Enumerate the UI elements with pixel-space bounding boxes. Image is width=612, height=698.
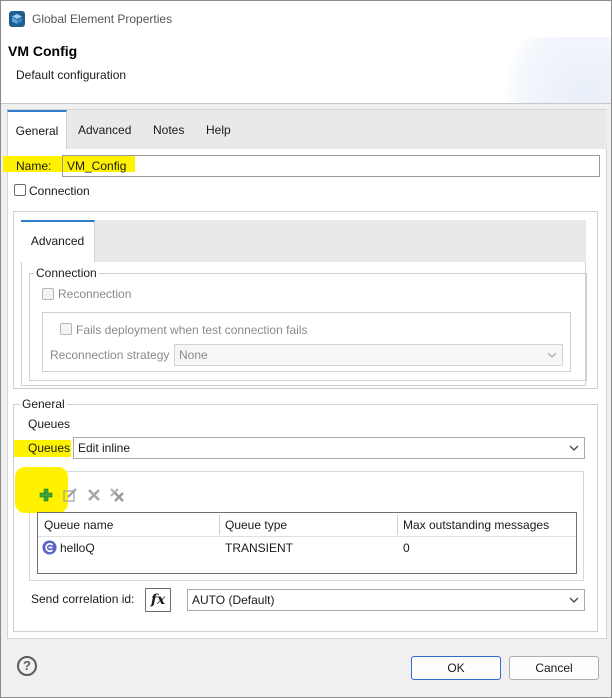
correlation-id-select[interactable]: AUTO (Default) bbox=[187, 589, 585, 611]
delete-icon[interactable] bbox=[86, 487, 102, 503]
reconnection-label: Reconnection bbox=[58, 287, 132, 301]
name-label: Name: bbox=[16, 159, 52, 173]
queues-mode-value: Edit inline bbox=[78, 441, 131, 455]
queues-heading: Queues bbox=[28, 417, 71, 431]
chevron-down-icon bbox=[569, 445, 579, 451]
column-header-max-outstanding-label: Max outstanding messages bbox=[403, 518, 550, 532]
window-title: Global Element Properties bbox=[32, 12, 173, 26]
cancel-button-label: Cancel bbox=[535, 661, 573, 675]
subtab-advanced[interactable]: Advanced bbox=[21, 220, 95, 262]
tab-notes[interactable]: Notes bbox=[144, 110, 193, 150]
title-bar: Global Element Properties bbox=[1, 1, 611, 37]
chevron-down-icon bbox=[547, 352, 557, 358]
chevron-down-icon bbox=[569, 597, 579, 603]
header-divider bbox=[1, 103, 611, 104]
delete-all-icon[interactable] bbox=[109, 487, 125, 503]
column-header-queue-type[interactable]: Queue type bbox=[219, 513, 397, 537]
dialog-header: VM Config Default configuration bbox=[1, 37, 611, 103]
column-header-queue-type-label: Queue type bbox=[225, 518, 288, 532]
queue-type-cell: TRANSIENT bbox=[225, 541, 294, 555]
connection-checkbox-label: Connection bbox=[29, 184, 90, 198]
edit-icon[interactable] bbox=[62, 487, 78, 503]
ok-button-label: OK bbox=[447, 661, 465, 675]
tab-notes-label: Notes bbox=[153, 123, 185, 137]
tab-help[interactable]: Help bbox=[197, 110, 240, 150]
sub-tabbar: Advanced bbox=[21, 220, 586, 262]
tab-advanced-label: Advanced bbox=[78, 123, 132, 137]
dialog-window: Global Element Properties VM Config Defa… bbox=[0, 0, 612, 698]
max-outstanding-cell: 0 bbox=[403, 541, 410, 555]
main-tabbar: General Advanced Notes Help bbox=[7, 109, 607, 151]
column-header-queue-name[interactable]: Queue name bbox=[38, 513, 219, 537]
cancel-button[interactable]: Cancel bbox=[509, 656, 599, 680]
general-group-legend: General bbox=[20, 397, 67, 411]
app-cube-icon bbox=[9, 11, 25, 27]
queue-icon bbox=[42, 540, 57, 555]
column-header-queue-name-label: Queue name bbox=[44, 518, 114, 532]
name-input[interactable]: VM_Config bbox=[62, 155, 600, 177]
name-input-value: VM_Config bbox=[67, 159, 127, 173]
fails-deployment-label: Fails deployment when test connection fa… bbox=[76, 323, 308, 337]
fx-icon[interactable]: fx bbox=[145, 588, 171, 612]
reconnection-checkbox[interactable] bbox=[42, 288, 54, 300]
fails-deployment-checkbox[interactable] bbox=[60, 323, 72, 335]
plus-icon[interactable] bbox=[38, 487, 54, 503]
queue-name-cell: helloQ bbox=[60, 541, 95, 555]
queues-mode-select[interactable]: Edit inline bbox=[73, 437, 585, 459]
subtab-advanced-label: Advanced bbox=[30, 234, 85, 248]
reconnection-strategy-label: Reconnection strategy bbox=[50, 348, 170, 362]
ok-button[interactable]: OK bbox=[411, 656, 501, 680]
tab-advanced[interactable]: Advanced bbox=[69, 110, 140, 150]
tab-general-label: General bbox=[15, 124, 59, 138]
table-row[interactable]: helloQ TRANSIENT 0 bbox=[38, 537, 576, 559]
reconnection-strategy-value: None bbox=[179, 348, 208, 362]
correlation-id-value: AUTO (Default) bbox=[192, 593, 275, 607]
queues-table: Queue name Queue type Max outstanding me… bbox=[37, 512, 577, 574]
connection-checkbox[interactable] bbox=[14, 184, 26, 196]
header-subtitle: Default configuration bbox=[16, 68, 127, 82]
reconnection-strategy-select[interactable]: None bbox=[174, 344, 563, 366]
header-decoration bbox=[501, 37, 611, 103]
help-icon[interactable]: ? bbox=[17, 656, 37, 676]
header-title: VM Config bbox=[8, 43, 78, 59]
tab-general[interactable]: General bbox=[7, 110, 67, 151]
queues-label: Queues bbox=[28, 441, 71, 455]
tab-help-label: Help bbox=[206, 123, 231, 137]
correlation-id-label: Send correlation id: bbox=[31, 592, 135, 606]
column-header-max-outstanding[interactable]: Max outstanding messages bbox=[397, 513, 576, 537]
connection-group-legend: Connection bbox=[34, 266, 99, 280]
